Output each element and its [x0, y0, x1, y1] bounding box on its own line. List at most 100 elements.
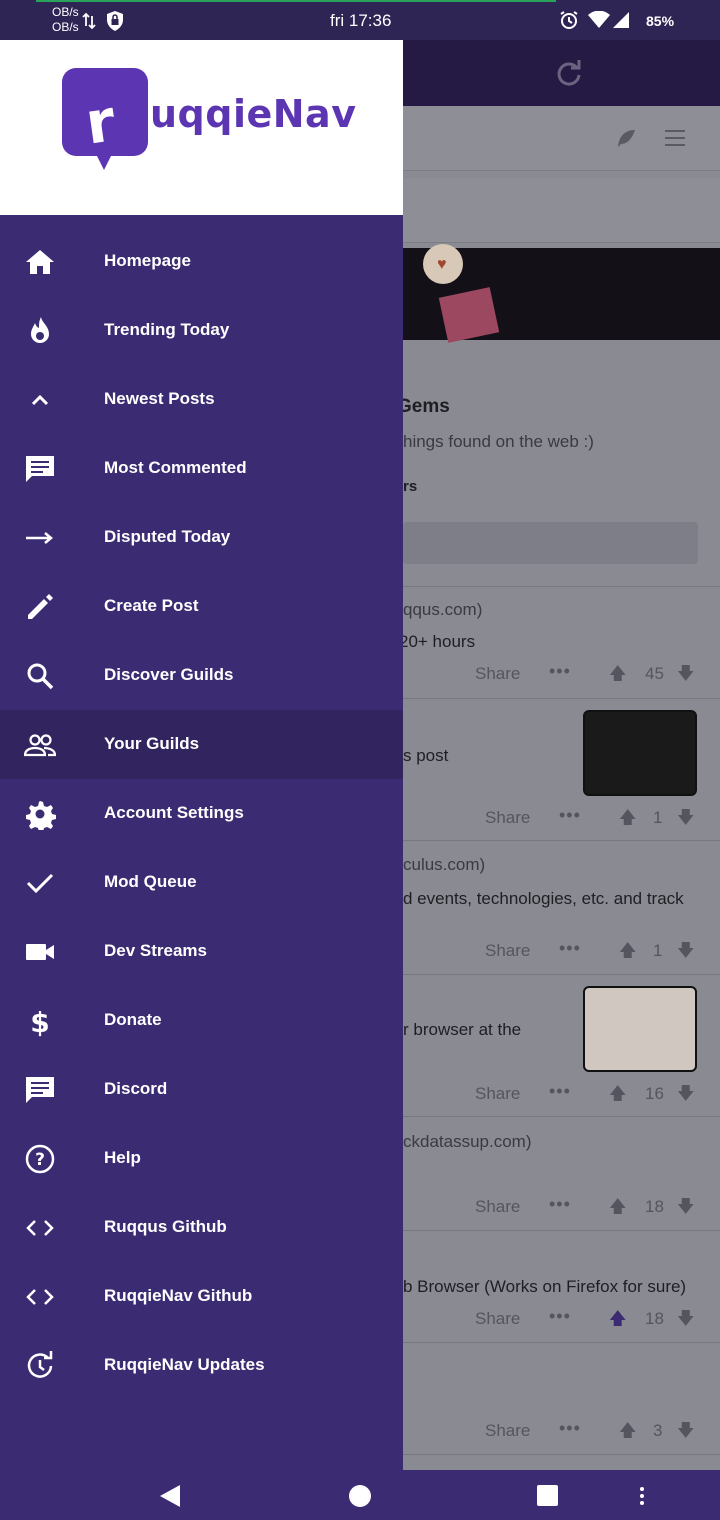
bg-post-title: r browser at the: [403, 1020, 522, 1039]
share-button[interactable]: Share: [485, 1421, 530, 1441]
home-circle-icon[interactable]: [349, 1485, 371, 1507]
menu-item-label: Ruqqus Github: [104, 1217, 227, 1236]
share-button[interactable]: Share: [485, 808, 530, 828]
vote-count: 18: [645, 1309, 664, 1328]
menu-item-mod-queue[interactable]: Mod Queue: [0, 848, 403, 917]
vpn-shield-icon: [107, 11, 123, 31]
vote-count: 18: [645, 1197, 664, 1216]
share-button[interactable]: Share: [475, 1084, 520, 1104]
menu-item-newest-posts[interactable]: Newest Posts: [0, 365, 403, 434]
more-icon[interactable]: •••: [559, 938, 581, 959]
menu-item-label: Your Guilds: [104, 734, 200, 753]
code-icon: [26, 1289, 54, 1305]
menu-item-label: Discover Guilds: [104, 665, 234, 684]
menu-item-most-commented[interactable]: Most Commented: [0, 434, 403, 503]
battery-level: 85%: [646, 13, 675, 29]
menu-item-homepage[interactable]: Homepage: [0, 227, 403, 296]
menu-item-dev-streams[interactable]: Dev Streams: [0, 917, 403, 986]
upvote-icon[interactable]: 🡅: [619, 805, 636, 834]
menu-item-ruqqienav-updates[interactable]: RuqqieNav Updates: [0, 1331, 403, 1400]
upvote-icon[interactable]: 🡅: [609, 1081, 626, 1110]
more-icon[interactable]: •••: [549, 1194, 571, 1215]
status-bar: OB/s OB/s fri 17:36 85%: [0, 0, 720, 40]
downvote-icon[interactable]: 🡇: [677, 1306, 694, 1335]
menu-item-label: Mod Queue: [104, 872, 197, 891]
share-button[interactable]: Share: [485, 941, 530, 961]
share-button[interactable]: Share: [475, 1309, 520, 1329]
menu-item-ruqqienav-github[interactable]: RuqqieNav Github: [0, 1262, 403, 1331]
vote-count: 1: [653, 941, 663, 960]
bg-post-thumbnail[interactable]: [583, 986, 697, 1072]
menu-item-ruqqus-github[interactable]: Ruqqus Github: [0, 1193, 403, 1262]
clock: fri 17:36: [330, 11, 392, 30]
more-vertical-icon[interactable]: [638, 1487, 646, 1505]
people-icon: [24, 734, 56, 757]
menu-item-account-settings[interactable]: Account Settings: [0, 779, 403, 848]
upvote-icon[interactable]: 🡅: [619, 1418, 636, 1447]
downvote-icon[interactable]: 🡇: [677, 938, 694, 967]
share-button[interactable]: Share: [475, 664, 520, 684]
vote-count: 16: [645, 1084, 664, 1103]
gear-icon: [26, 801, 56, 830]
bg-mascot: [438, 287, 500, 343]
upvote-icon[interactable]: 🡅: [609, 1194, 626, 1223]
downvote-icon[interactable]: 🡇: [677, 805, 694, 834]
upvote-icon[interactable]: 🡅: [619, 938, 636, 967]
menu-item-label: Help: [104, 1148, 141, 1167]
fire-icon: [31, 317, 49, 343]
divider: [403, 974, 720, 975]
bg-post-actions: Share ••• 🡅 1 🡇: [403, 805, 720, 835]
divider: [403, 1116, 720, 1117]
more-icon[interactable]: •••: [559, 1418, 581, 1439]
refresh-icon[interactable]: [555, 60, 583, 88]
menu-item-discord[interactable]: Discord: [0, 1055, 403, 1124]
drawer-header: r uqqieNav: [0, 40, 403, 215]
downvote-icon[interactable]: 🡇: [677, 1418, 694, 1447]
back-icon[interactable]: [160, 1485, 180, 1507]
menu-item-help[interactable]: ? Help: [0, 1124, 403, 1193]
menu-item-discover-guilds[interactable]: Discover Guilds: [0, 641, 403, 710]
menu-item-label: Create Post: [104, 596, 199, 615]
menu-item-label: Donate: [104, 1010, 162, 1029]
menu-item-label: Most Commented: [104, 458, 247, 477]
downvote-icon[interactable]: 🡇: [677, 1194, 694, 1223]
downvote-icon[interactable]: 🡇: [677, 1081, 694, 1110]
menu-item-label: Discord: [104, 1079, 168, 1098]
bg-post-thumbnail[interactable]: [583, 710, 697, 796]
upvote-icon[interactable]: 🡅: [609, 1306, 626, 1335]
menu-item-your-guilds[interactable]: Your Guilds: [0, 710, 403, 779]
recents-icon[interactable]: [537, 1485, 558, 1506]
menu-item-label: Disputed Today: [104, 527, 231, 546]
upvote-icon[interactable]: 🡅: [609, 661, 626, 690]
more-icon[interactable]: •••: [549, 1081, 571, 1102]
status-progress-line: [36, 0, 556, 2]
bg-post-actions: Share ••• 🡅 16 🡇: [403, 1081, 720, 1111]
menu-icon[interactable]: [665, 130, 685, 146]
more-icon[interactable]: •••: [559, 805, 581, 826]
bg-post-actions: Share ••• 🡅 1 🡇: [403, 938, 720, 968]
feather-icon[interactable]: [615, 128, 637, 150]
menu-item-disputed-today[interactable]: Disputed Today: [0, 503, 403, 572]
menu-item-trending-today[interactable]: Trending Today: [0, 296, 403, 365]
net-up-speed: OB/s: [52, 5, 79, 19]
net-down-speed: OB/s: [52, 20, 79, 34]
share-button[interactable]: Share: [475, 1197, 520, 1217]
menu-item-create-post[interactable]: Create Post: [0, 572, 403, 641]
divider: [403, 1230, 720, 1231]
menu-item-label: Trending Today: [104, 320, 230, 339]
wifi-icon: [588, 11, 610, 28]
more-icon[interactable]: •••: [549, 1306, 571, 1327]
menu-item-label: Newest Posts: [104, 389, 215, 408]
downvote-icon[interactable]: 🡇: [677, 661, 694, 690]
more-icon[interactable]: •••: [549, 661, 571, 682]
menu-item-label: RuqqieNav Github: [104, 1286, 253, 1305]
menu-item-donate[interactable]: $ Donate: [0, 986, 403, 1055]
divider: [403, 1342, 720, 1343]
svg-text:?: ?: [35, 1150, 45, 1170]
vote-count: 3: [653, 1421, 663, 1440]
search-icon: [27, 663, 54, 690]
bg-post-domain: culus.com): [403, 855, 486, 874]
bg-post-title: d events, technologies, etc. and track: [403, 889, 684, 908]
bg-guild-title: Gems: [397, 396, 450, 417]
chat-icon: [26, 1077, 54, 1103]
